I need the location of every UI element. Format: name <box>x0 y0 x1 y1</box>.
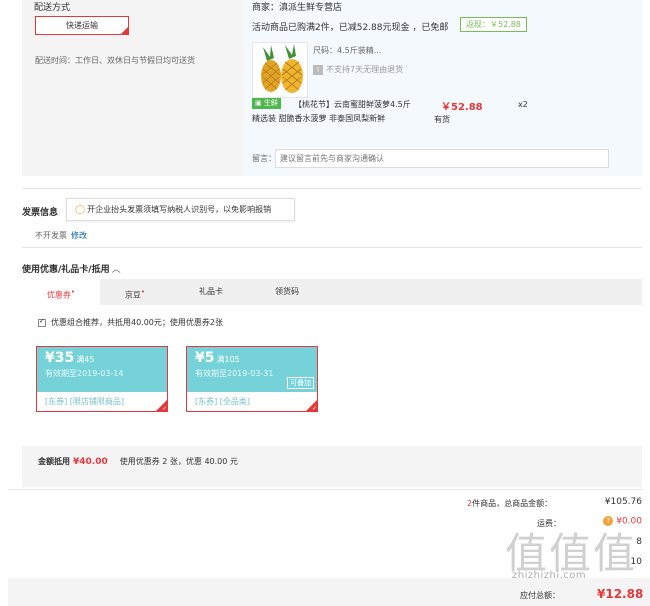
fresh-tag-label: 生鲜 <box>263 99 278 107</box>
combo-text: 优惠组合推荐，共抵用40.00元；使用优惠券2张 <box>51 318 223 327</box>
fresh-tag-icon: ▣ <box>255 99 262 107</box>
no-return-text: 不支持7天无理由退货 <box>326 65 404 74</box>
deduct-value: ¥40.00 <box>73 457 108 467</box>
product-image[interactable] <box>252 42 308 98</box>
coupon-scope: [东券] [限店铺限商品] <box>45 397 125 406</box>
section-divider <box>22 247 642 248</box>
tab-coupons[interactable]: 优惠券• <box>22 279 100 305</box>
combo-recommend[interactable]: 优惠组合推荐，共抵用40.00元；使用优惠券2张 <box>38 317 223 328</box>
stock-status: 有货 <box>434 115 450 124</box>
chevron-up-icon: ︿ <box>111 265 121 275</box>
tab-jingdou-dot: • <box>140 288 146 296</box>
coupon-condition: 满105 <box>216 355 240 364</box>
product-quantity: x2 <box>518 100 528 109</box>
coupon-amount: ¥35 <box>45 350 75 366</box>
payable-amount: ¥12.88 <box>597 587 644 601</box>
express-shipping-button[interactable]: 快递运输 <box>35 16 129 35</box>
tab-coupons-dot: • <box>70 288 76 296</box>
invoice-edit-link[interactable]: 修改 <box>71 231 87 240</box>
product-price: ￥52.88 <box>441 102 483 113</box>
coupon-card[interactable]: ¥5 满105 有效期至2019-03-31 可叠加 [东券] [全品类] ✓ <box>186 346 318 412</box>
combo-checkbox[interactable] <box>38 317 46 327</box>
coupon-deduct-summary: 金额抵用 ¥40.00 使用优惠券 2 张，优惠 40.00 元 <box>38 456 238 467</box>
check-icon: ✓ <box>161 405 167 412</box>
goods-count-text: 件商品，总商品金额： <box>472 499 553 508</box>
goods-count-label: 2件商品，总商品金额： <box>467 498 552 509</box>
coupon-head: ¥5 满105 有效期至2019-03-31 可叠加 <box>187 347 317 392</box>
section-divider <box>8 489 642 490</box>
coupon-scope: [东券] [全品类] <box>195 397 251 406</box>
invoice-value: 不开发票 修改 <box>35 230 87 241</box>
promo-text: 活动商品已购满2件，已减52.88元现金 ，已免邮 <box>252 23 449 33</box>
message-input[interactable] <box>275 149 609 168</box>
express-shipping-label: 快递运输 <box>66 21 98 30</box>
coupon-head: ¥35 满45 有效期至2019-03-14 <box>37 347 167 392</box>
invoice-tip-text: 开企业抬头发票须填写纳税人识别号，以免影响报销 <box>87 205 272 214</box>
pineapple-icon <box>261 44 303 93</box>
selected-corner-icon <box>120 26 129 35</box>
coupon-card[interactable]: ¥35 满45 有效期至2019-03-14 [东券] [限店铺限商品] ✓ <box>36 346 168 412</box>
tab-coupons-label: 优惠券 <box>46 290 71 300</box>
delivery-time-text: 配送时间：工作日、双休日与节假日均可送货 <box>35 56 195 65</box>
no-return-icon: ! <box>313 64 323 75</box>
check-icon: ✓ <box>311 405 317 412</box>
tab-gift-card[interactable]: 礼品卡 <box>176 279 246 305</box>
invoice-tip: ◯ 开企业抬头发票须填写纳税人识别号，以免影响报销 <box>66 198 295 221</box>
tab-redeem-code-label: 领货码 <box>275 287 299 296</box>
coupon-expire: 有效期至2019-03-14 <box>45 369 124 378</box>
watermark-url: zhizhizhi.com <box>512 570 587 581</box>
shop-name: 商家：滇派生鲜专营店 <box>252 3 343 13</box>
tab-gift-card-label: 礼品卡 <box>199 287 223 296</box>
product-spec: 尺码：4.5斤装精... <box>313 46 382 55</box>
coupon-section-title[interactable]: 使用优惠/礼品卡/抵用 ︿ <box>22 262 121 275</box>
no-return-notice: ! 不支持7天无理由退货 <box>313 64 403 75</box>
coupon-condition: 满45 <box>76 355 95 364</box>
invoice-value-text: 不开发票 <box>35 231 67 240</box>
shipping-title: 配送方式 <box>34 3 71 13</box>
coupon-amount: ¥5 <box>195 350 215 366</box>
stackable-tag: 可叠加 <box>287 377 314 389</box>
tab-jingdou-label: 京豆 <box>124 290 141 300</box>
message-label: 留言： <box>252 154 276 163</box>
cashback-badge: 返现：￥52.88 <box>460 17 527 32</box>
fresh-tag: ▣ 生鲜 <box>252 98 281 109</box>
payable-label: 应付总额： <box>520 591 560 600</box>
coupons-used-text: 使用优惠券 2 张，优惠 40.00 元 <box>119 457 238 466</box>
tab-redeem-code[interactable]: 领货码 <box>252 279 322 305</box>
invoice-title: 发票信息 <box>22 208 59 218</box>
deduct-label: 金额抵用 <box>38 457 70 466</box>
coupon-section-title-text: 使用优惠/礼品卡/抵用 <box>22 265 110 275</box>
section-divider <box>22 188 642 189</box>
lightbulb-icon: ◯ <box>75 205 86 215</box>
tab-jingdou[interactable]: 京豆• <box>100 279 170 305</box>
goods-total: ¥105.76 <box>604 497 642 507</box>
